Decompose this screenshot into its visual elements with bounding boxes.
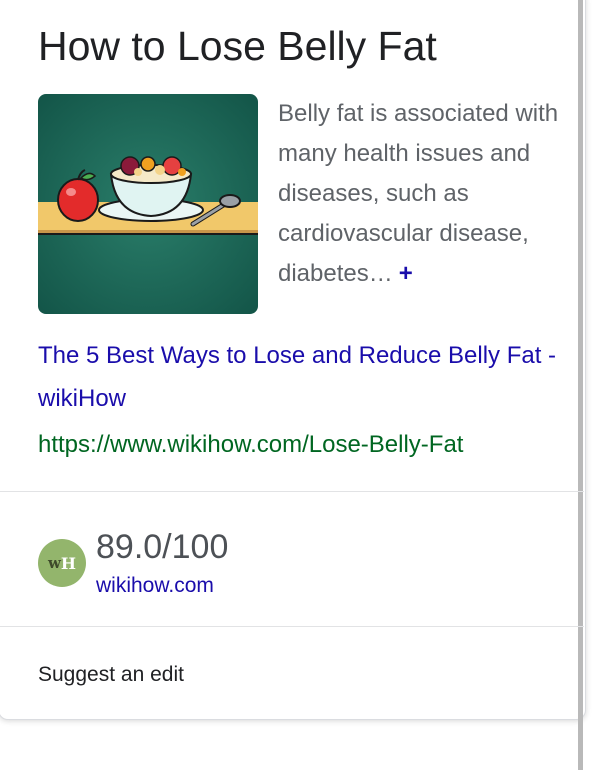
panel-description: Belly fat is associated with many health… <box>278 94 568 294</box>
plus-icon[interactable]: + <box>399 260 413 287</box>
article-url[interactable]: https://www.wikihow.com/Lose-Belly-Fat <box>38 426 463 464</box>
divider <box>0 626 584 627</box>
rating-source-link[interactable]: wikihow.com <box>96 572 214 600</box>
panel-title: How to Lose Belly Fat <box>38 23 437 69</box>
logo-letter-w: w <box>47 554 61 572</box>
suggest-edit-link[interactable]: Suggest an edit <box>38 660 184 690</box>
scrollbar[interactable] <box>578 0 583 770</box>
rating-score: 89.0/100 <box>96 528 229 566</box>
article-thumbnail[interactable] <box>38 94 258 314</box>
description-text: Belly fat is associated with many health… <box>278 100 559 287</box>
wikihow-logo-icon: wH <box>38 539 86 587</box>
article-link[interactable]: The 5 Best Ways to Lose and Reduce Belly… <box>38 334 558 420</box>
divider <box>0 491 584 492</box>
logo-letter-h: H <box>60 553 77 573</box>
